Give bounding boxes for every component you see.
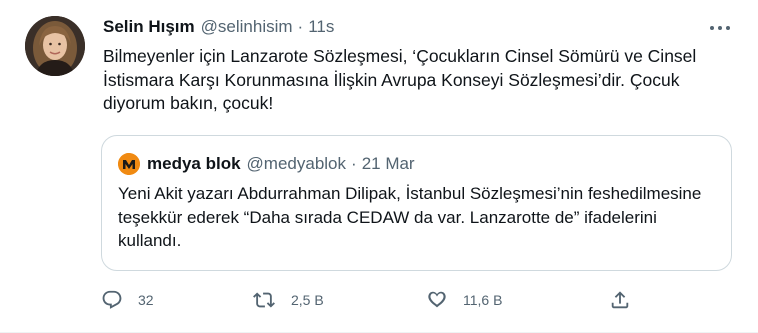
quoted-tweet-header: medya blok @medyablok · 21 Mar	[118, 153, 415, 175]
quoted-author-handle: @medyablok	[246, 154, 347, 173]
tweet-timestamp[interactable]: 11s	[308, 16, 334, 38]
more-dots-icon	[710, 26, 714, 30]
avatar-photo	[25, 16, 85, 76]
retweet-icon	[253, 292, 275, 308]
retweet-button[interactable]: 2,5 B	[252, 286, 324, 314]
tweet-card[interactable]: Selin Hışım @selinhisim · 11s Bilmeyenle…	[0, 0, 758, 333]
tweet-text: Bilmeyenler için Lanzarote Sözleşmesi, ‘…	[103, 46, 697, 113]
reply-count: 32	[138, 292, 154, 308]
medya-blok-logo-icon	[118, 153, 140, 175]
like-button[interactable]: 11,6 B	[426, 286, 502, 314]
heart-icon	[428, 291, 446, 308]
retweet-count: 2,5 B	[291, 292, 324, 308]
share-icon	[611, 291, 629, 309]
share-button[interactable]	[609, 286, 631, 314]
avatar[interactable]	[25, 16, 85, 76]
author-handle[interactable]: @selinhisim	[201, 16, 293, 38]
quoted-tweet-text: Yeni Akit yazarı Abdurrahman Dilipak, İs…	[118, 184, 702, 250]
tweet-header: Selin Hışım @selinhisim · 11s	[103, 16, 334, 38]
quoted-author-name: medya blok	[147, 154, 241, 173]
like-count: 11,6 B	[463, 292, 503, 308]
tweet-actions: 32 2,5 B 11,6 B	[101, 286, 641, 314]
quoted-separator-dot: ·	[351, 154, 357, 173]
more-options-button[interactable]	[703, 18, 737, 38]
quoted-tweet[interactable]: medya blok @medyablok · 21 Mar Yeni Akit…	[101, 135, 732, 271]
separator-dot: ·	[297, 17, 304, 36]
reply-button[interactable]: 32	[101, 286, 154, 314]
reply-icon	[102, 290, 122, 309]
quoted-tweet-date: 21 Mar	[361, 154, 415, 173]
author-name[interactable]: Selin Hışım	[103, 16, 195, 38]
